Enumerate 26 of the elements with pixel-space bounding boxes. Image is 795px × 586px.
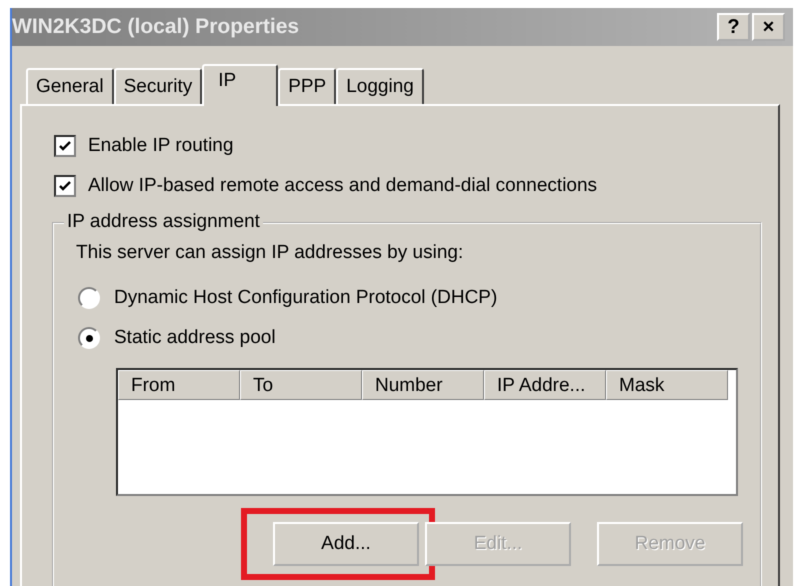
tab[interactable]: PPP <box>278 68 336 104</box>
column-header[interactable]: To <box>240 370 362 400</box>
prompt-text: This server can assign IP addresses by using: <box>76 242 464 265</box>
checkbox-label: Allow IP-based remote access and demand-dial connections <box>88 175 598 197</box>
tab[interactable]: Logging <box>336 68 424 104</box>
radio-button[interactable] <box>78 287 100 309</box>
check-mark-icon <box>58 139 72 153</box>
tab[interactable]: General <box>26 68 114 104</box>
push-button[interactable]: Add... <box>273 522 419 566</box>
radio-button[interactable] <box>78 327 100 349</box>
tab[interactable]: IP <box>202 64 278 106</box>
help-button[interactable]: ? <box>717 13 750 41</box>
checkbox[interactable] <box>54 175 76 197</box>
radio-label: Dynamic Host Configuration Protocol (DHCP) <box>114 287 498 309</box>
column-header[interactable]: From <box>118 370 240 400</box>
column-header[interactable]: Mask <box>606 370 728 400</box>
radio-label: Static address pool <box>114 327 276 349</box>
checkbox[interactable] <box>54 135 76 157</box>
close-button[interactable]: × <box>752 13 785 41</box>
column-header[interactable]: IP Addre... <box>484 370 606 400</box>
checkbox-label: Enable IP routing <box>88 135 234 157</box>
tab[interactable]: Security <box>114 68 202 104</box>
group-title: IP address assignment <box>64 211 263 233</box>
column-header[interactable]: Number <box>362 370 484 400</box>
check-mark-icon <box>58 179 72 193</box>
window-title: WIN2K3DC (local) Properties <box>12 15 300 39</box>
